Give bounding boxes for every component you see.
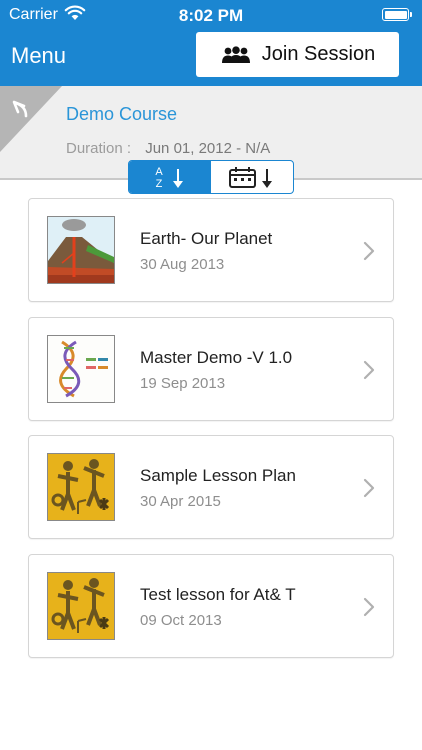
- chevron-right-icon: [363, 360, 375, 380]
- back-button[interactable]: [0, 86, 62, 152]
- join-session-label: Join Session: [261, 43, 376, 65]
- sort-date-button[interactable]: [211, 161, 293, 193]
- navigation-bar: Carrier 8:02 PM Menu Join Session: [0, 0, 422, 86]
- clock: 8:02 PM: [178, 6, 244, 25]
- lesson-card[interactable]: Test lesson for At& T 09 Oct 2013: [28, 554, 394, 658]
- lesson-card[interactable]: Master Demo -V 1.0 19 Sep 2013: [28, 317, 394, 421]
- status-bar: Carrier 8:02 PM: [0, 0, 422, 30]
- volcano-thumbnail: [47, 216, 115, 284]
- lesson-title: Earth- Our Planet: [140, 229, 273, 248]
- lesson-title: Test lesson for At& T: [140, 585, 296, 604]
- sort-alphabetical-button[interactable]: A Z: [129, 161, 211, 193]
- menu-button[interactable]: Menu: [11, 43, 66, 69]
- dna-thumbnail: [47, 335, 115, 403]
- music-thumbnail: [47, 453, 115, 521]
- lesson-date: 09 Oct 2013: [140, 612, 222, 629]
- sort-alpha-top-letter: A: [155, 166, 163, 178]
- lesson-card[interactable]: Earth- Our Planet 30 Aug 2013: [28, 198, 394, 302]
- sort-alpha-icon: A Z: [155, 166, 183, 190]
- group-icon: [221, 45, 250, 63]
- lesson-title: Sample Lesson Plan: [140, 466, 296, 485]
- chevron-right-icon: [363, 241, 375, 261]
- duration-label: Duration :: [66, 140, 132, 157]
- music-thumbnail: [47, 572, 115, 640]
- battery-icon: [382, 8, 412, 21]
- course-title[interactable]: Demo Course: [66, 104, 177, 125]
- sort-alpha-bottom-letter: Z: [156, 178, 163, 190]
- lesson-date: 19 Sep 2013: [140, 375, 226, 392]
- lesson-date: 30 Aug 2013: [140, 256, 225, 273]
- duration-value: Jun 01, 2012 - N/A: [145, 140, 271, 157]
- lesson-title: Master Demo -V 1.0: [140, 348, 293, 367]
- lesson-date: 30 Apr 2015: [140, 493, 221, 510]
- sort-calendar-icon: [229, 167, 272, 188]
- lesson-card[interactable]: Sample Lesson Plan 30 Apr 2015: [28, 435, 394, 539]
- chevron-right-icon: [363, 597, 375, 617]
- sort-segmented-control: A Z: [128, 160, 294, 194]
- chevron-right-icon: [363, 478, 375, 498]
- course-duration: Duration : Jun 01, 2012 - N/A: [66, 140, 270, 157]
- join-session-button[interactable]: Join Session: [196, 32, 399, 77]
